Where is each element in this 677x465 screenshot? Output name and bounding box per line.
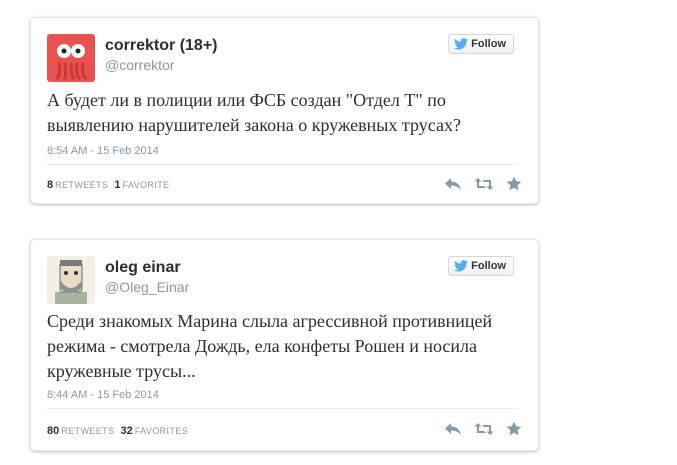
favorite-star-icon[interactable] <box>506 421 522 436</box>
display-name[interactable]: oleg einar <box>105 259 181 277</box>
retweet-icon[interactable] <box>474 177 494 191</box>
favorites-count[interactable]: 1 <box>114 179 120 191</box>
tweet-stats: 80 RETWEETS 32 FAVORITES <box>47 425 188 437</box>
display-name[interactable]: correktor (18+) <box>105 37 218 55</box>
tweet-actions <box>444 421 522 436</box>
reply-icon[interactable] <box>444 177 462 191</box>
follow-button[interactable]: Follow <box>448 34 514 54</box>
favorites-label[interactable]: FAVORITE <box>122 180 169 190</box>
retweets-label[interactable]: RETWEETS <box>55 180 108 190</box>
tweet-timestamp[interactable]: 8:54 AM - 15 Feb 2014 <box>47 145 159 157</box>
follow-label: Follow <box>471 38 506 50</box>
follow-button[interactable]: Follow <box>448 256 514 276</box>
favorites-count[interactable]: 32 <box>120 425 132 437</box>
follow-label: Follow <box>471 260 506 272</box>
favorites-label[interactable]: FAVORITES <box>135 426 188 436</box>
user-handle[interactable]: @correktor <box>105 57 174 73</box>
retweets-count[interactable]: 80 <box>47 425 59 437</box>
tweet-text: Среди знакомых Марина слыла агрессивной … <box>47 311 493 381</box>
avatar[interactable] <box>47 256 95 304</box>
tweet-text: А будет ли в полиции или ФСБ создан "Отд… <box>47 90 461 135</box>
twitter-bird-icon <box>454 260 469 272</box>
tweet-actions <box>444 176 522 191</box>
reply-icon[interactable] <box>444 422 462 436</box>
retweets-label[interactable]: RETWEETS <box>61 426 114 436</box>
divider <box>47 408 518 409</box>
tweet-card: oleg einar @Oleg_Einar Follow Среди знак… <box>30 239 539 451</box>
tweet-timestamp[interactable]: 8:44 AM - 15 Feb 2014 <box>47 389 159 401</box>
avatar[interactable] <box>47 34 95 82</box>
tweet-card: correktor (18+) @correktor Follow А буде… <box>30 17 539 204</box>
tweet-stats: 8 RETWEETS 1 FAVORITE <box>47 179 170 191</box>
retweets-count[interactable]: 8 <box>47 179 53 191</box>
twitter-bird-icon <box>454 38 469 50</box>
retweet-icon[interactable] <box>474 422 494 436</box>
favorite-star-icon[interactable] <box>506 176 522 191</box>
divider <box>47 164 518 165</box>
user-handle[interactable]: @Oleg_Einar <box>105 279 189 295</box>
